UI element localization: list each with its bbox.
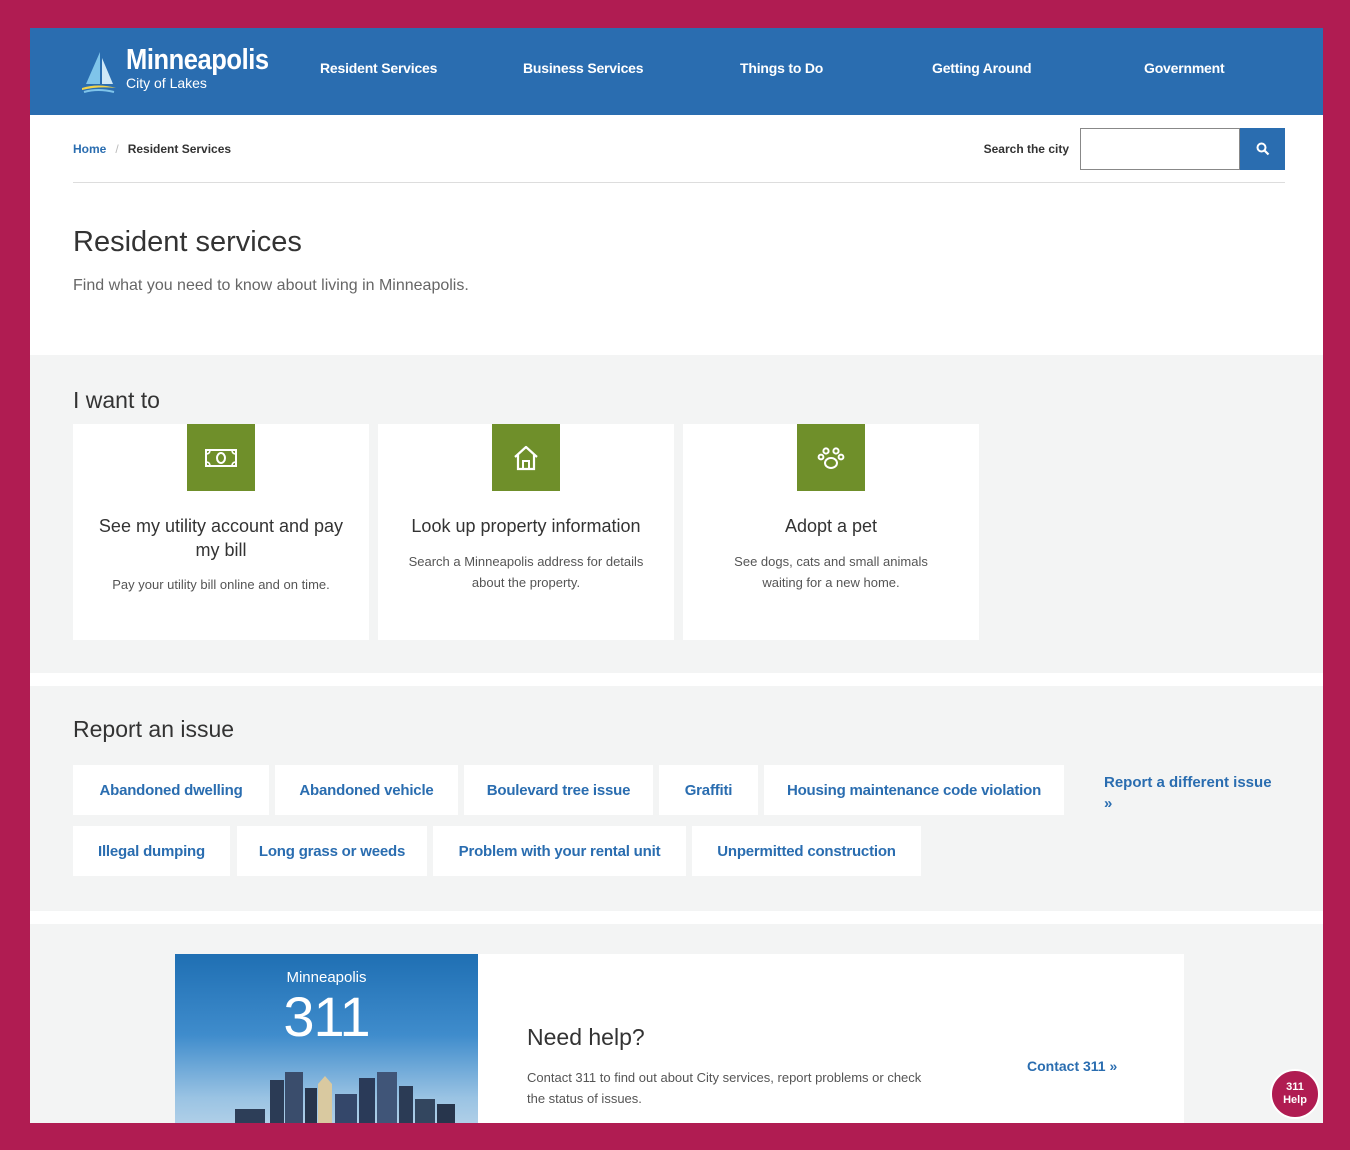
- search-label: Search the city: [983, 142, 1069, 156]
- nav-resident-services[interactable]: Resident Services: [320, 60, 437, 76]
- issue-abandoned-vehicle[interactable]: Abandoned vehicle: [275, 765, 458, 815]
- page-subtitle: Find what you need to know about living …: [73, 277, 469, 294]
- browser-page: Minneapolis City of Lakes Resident Servi…: [30, 28, 1323, 1123]
- i-want-to-section: I want to See my utility account and pay…: [30, 355, 1323, 673]
- breadcrumb: Home / Resident Services: [73, 142, 231, 156]
- nav-business-services[interactable]: Business Services: [523, 60, 644, 76]
- breadcrumb-row: Home / Resident Services Search the city: [73, 115, 1285, 183]
- logo-name: Minneapolis: [126, 44, 269, 76]
- sailboat-logo-icon: [82, 52, 116, 93]
- i-want-to-heading: I want to: [73, 387, 160, 413]
- card-title: Look up property information: [411, 516, 641, 536]
- page-title: Resident services: [73, 226, 302, 258]
- money-icon: [205, 448, 237, 467]
- need-help-title: Need help?: [527, 1024, 645, 1050]
- contact-311-link[interactable]: Contact 311 »: [1027, 1058, 1117, 1074]
- card-description: Pay your utility bill online and on time…: [112, 577, 330, 592]
- card-description: Search a Minneapolis address for details…: [408, 554, 644, 590]
- issue-unpermitted-construction[interactable]: Unpermitted construction: [692, 826, 921, 876]
- card-utility-account[interactable]: See my utility account and pay my bill P…: [73, 424, 369, 640]
- issue-abandoned-dwelling[interactable]: Abandoned dwelling: [73, 765, 269, 815]
- card-title: See my utility account and pay my bill: [98, 516, 344, 560]
- issue-boulevard-tree[interactable]: Boulevard tree issue: [464, 765, 653, 815]
- skyline-illustration: [235, 1072, 455, 1123]
- issue-graffiti[interactable]: Graffiti: [659, 765, 758, 815]
- report-different-issue-link[interactable]: Report a different issue »: [1104, 772, 1284, 814]
- city-311-image: Minneapolis 311: [175, 954, 478, 1123]
- nav-things-to-do[interactable]: Things to Do: [740, 60, 823, 76]
- card-property-information[interactable]: Look up property information Search a Mi…: [378, 424, 674, 640]
- need-help-card: Minneapolis 311 Need help? Contact 311 t…: [175, 954, 1184, 1123]
- issue-rental-unit-problem[interactable]: Problem with your rental unit: [433, 826, 686, 876]
- site-logo[interactable]: Minneapolis City of Lakes: [80, 46, 288, 96]
- search-button[interactable]: [1240, 128, 1285, 170]
- card-description: See dogs, cats and small animals waiting…: [734, 554, 928, 590]
- nav-getting-around[interactable]: Getting Around: [932, 60, 1032, 76]
- search-input[interactable]: [1080, 128, 1240, 170]
- logo-tagline: City of Lakes: [126, 75, 207, 91]
- help-311-button[interactable]: 311 Help: [1270, 1069, 1320, 1119]
- card-title: Adopt a pet: [784, 516, 878, 536]
- nav-government[interactable]: Government: [1144, 60, 1225, 76]
- report-issue-heading: Report an issue: [73, 716, 235, 742]
- top-navigation: Minneapolis City of Lakes Resident Servi…: [30, 28, 1323, 115]
- breadcrumb-home-link[interactable]: Home: [73, 142, 106, 156]
- card-adopt-pet[interactable]: Adopt a pet See dogs, cats and small ani…: [683, 424, 979, 640]
- breadcrumb-current: Resident Services: [127, 142, 232, 156]
- house-icon: [514, 445, 538, 470]
- help-311-number: 311: [1286, 1081, 1304, 1093]
- paw-icon: [817, 446, 845, 469]
- breadcrumb-separator: /: [115, 142, 119, 156]
- need-help-section: Minneapolis 311 Need help? Contact 311 t…: [30, 924, 1323, 1123]
- help-311-label: Help: [1283, 1094, 1307, 1106]
- search-icon: [1256, 142, 1269, 156]
- issue-illegal-dumping[interactable]: Illegal dumping: [73, 826, 230, 876]
- need-help-description: Contact 311 to find out about City servi…: [527, 1070, 922, 1106]
- report-issue-section: Report an issue Abandoned dwelling Aband…: [30, 686, 1323, 911]
- issue-long-grass-weeds[interactable]: Long grass or weeds: [237, 826, 427, 876]
- issue-housing-code-violation[interactable]: Housing maintenance code violation: [764, 765, 1064, 815]
